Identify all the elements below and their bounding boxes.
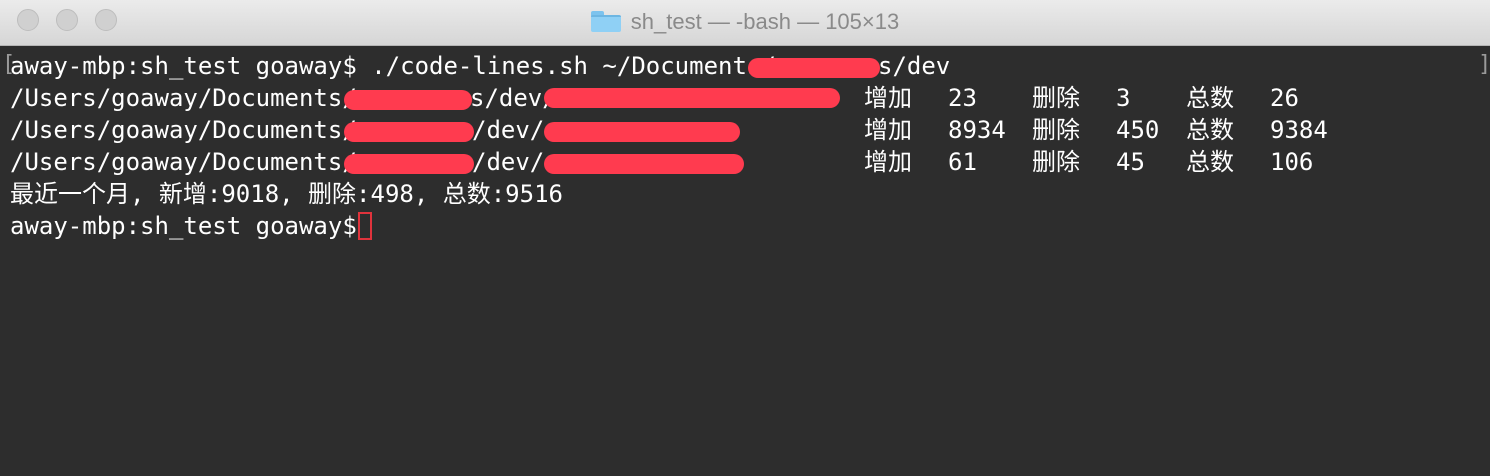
- terminal-output[interactable]: [ ] away-mbp:sh_test goaway$ ./code-line…: [0, 46, 1490, 476]
- window-title-text: sh_test — -bash — 105×13: [630, 9, 900, 34]
- add-value: 23: [948, 84, 977, 112]
- result-row: /Users/goaway/Documents/ /dev/ 增加 8934 删…: [10, 114, 1470, 146]
- delete-label: 删除: [1032, 148, 1080, 176]
- window-title: sh_test — -bash — 105×13: [0, 8, 1490, 36]
- redaction-mark: [544, 88, 840, 108]
- right-bracket-marker: ]: [1478, 52, 1490, 77]
- path-mid: /dev/: [472, 116, 545, 144]
- total-value: 26: [1270, 84, 1299, 112]
- summary-line: 最近一个月, 新增:9018, 删除:498, 总数:9516: [10, 180, 563, 208]
- add-label: 增加: [864, 148, 912, 176]
- folder-icon: [590, 11, 621, 32]
- title-bar[interactable]: sh_test — -bash — 105×13: [0, 0, 1490, 46]
- redaction-mark: [544, 122, 740, 142]
- redaction-mark: [344, 90, 472, 110]
- add-label: 增加: [864, 116, 912, 144]
- total-label: 总数: [1186, 148, 1234, 176]
- redaction-mark: [344, 154, 474, 174]
- result-row: /Users/goaway/Documents/ s/dev/ 增加 23 删除…: [10, 82, 1470, 114]
- result-row: /Users/goaway/Documents/ /dev/ 增加 61 删除 …: [10, 146, 1470, 178]
- delete-value: 3: [1116, 84, 1131, 112]
- redaction-mark: [344, 122, 474, 142]
- delete-value: 450: [1116, 116, 1160, 144]
- command-prefix: away-mbp:sh_test goaway$ ./code-lines.sh…: [10, 52, 776, 80]
- total-value: 9384: [1270, 116, 1328, 144]
- path-mid: /dev/: [472, 148, 545, 176]
- redaction-mark: [544, 154, 744, 174]
- delete-label: 删除: [1032, 84, 1080, 112]
- path-prefix: /Users/goaway/Documents/: [10, 84, 357, 112]
- delete-label: 删除: [1032, 116, 1080, 144]
- prompt-line: away-mbp:sh_test goaway$: [10, 210, 1470, 242]
- total-label: 总数: [1186, 84, 1234, 112]
- terminal-window: sh_test — -bash — 105×13 [ ] away-mbp:sh…: [0, 0, 1490, 476]
- command-line: away-mbp:sh_test goaway$ ./code-lines.sh…: [10, 50, 1470, 82]
- shell-prompt: away-mbp:sh_test goaway$: [10, 212, 357, 240]
- path-prefix: /Users/goaway/Documents/: [10, 116, 357, 144]
- add-label: 增加: [864, 84, 912, 112]
- command-suffix: s/dev: [878, 52, 951, 80]
- text-cursor[interactable]: [358, 212, 372, 240]
- redaction-mark: [748, 58, 880, 78]
- add-value: 61: [948, 148, 977, 176]
- total-value: 106: [1270, 148, 1314, 176]
- path-prefix: /Users/goaway/Documents/: [10, 148, 357, 176]
- add-value: 8934: [948, 116, 1006, 144]
- delete-value: 45: [1116, 148, 1145, 176]
- total-label: 总数: [1186, 116, 1234, 144]
